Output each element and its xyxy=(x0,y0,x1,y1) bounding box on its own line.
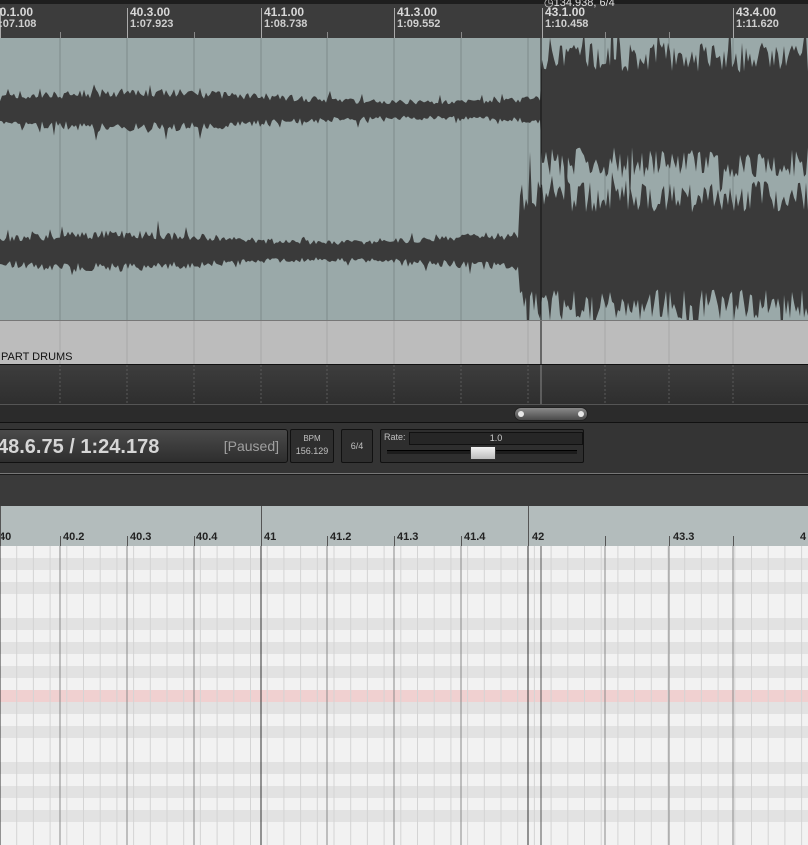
item-grid xyxy=(59,321,734,365)
midi-ruler-label: 40 xyxy=(0,531,12,543)
piano-roll-row xyxy=(0,810,808,822)
midi-ruler-label: 40.4 xyxy=(196,531,218,543)
ruler-mark xyxy=(261,8,262,42)
piano-roll-row xyxy=(0,690,808,702)
midi-ruler-label: 43.3 xyxy=(673,531,695,543)
ruler-mark xyxy=(127,8,128,42)
piano-roll-row xyxy=(0,630,808,642)
scrollbar-thumb[interactable] xyxy=(514,407,588,421)
midi-ruler-label: 41.3 xyxy=(397,531,419,543)
midi-editor-toolbar xyxy=(0,474,808,507)
piano-roll-row xyxy=(0,714,808,726)
play-state: [Paused] xyxy=(223,438,279,454)
piano-roll-row xyxy=(0,762,808,774)
ruler-label: 41.1.00 1:08.738 xyxy=(264,5,308,30)
ruler-tick xyxy=(528,506,529,546)
ruler-tick xyxy=(0,506,1,546)
piano-roll-canvas xyxy=(0,546,808,845)
piano-roll-row xyxy=(0,570,808,582)
piano-roll-row xyxy=(0,726,808,738)
waveform-channel-right xyxy=(0,151,808,320)
ruler-tick xyxy=(461,536,462,546)
ruler-label: 40.3.00 1:07.923 xyxy=(130,5,174,30)
ruler-mark xyxy=(733,8,734,42)
audio-waveform[interactable] xyxy=(0,38,808,320)
ruler-tick xyxy=(733,536,734,546)
midi-ruler-label: 41.2 xyxy=(330,531,352,543)
ruler-tick xyxy=(127,536,128,546)
piano-roll-row xyxy=(0,642,808,654)
midi-ruler-label: 40.3 xyxy=(130,531,152,543)
ruler-mark xyxy=(542,8,543,42)
midi-ruler-label: 4 xyxy=(800,531,807,543)
ruler-tick xyxy=(327,536,328,546)
scroll-resize-handle-right[interactable] xyxy=(578,411,584,417)
ruler-tick xyxy=(60,536,61,546)
ruler-tick xyxy=(261,506,262,546)
piano-roll-row xyxy=(0,750,808,762)
empty-track-lane[interactable] xyxy=(0,364,808,406)
playrate-control: Rate: 1.0 xyxy=(380,429,584,463)
bpm-display[interactable]: BPM 156.129 xyxy=(290,429,334,463)
ruler-label: 43.4.00 1:11.620 xyxy=(736,5,779,30)
media-item-footer[interactable]: PART DRUMS xyxy=(0,320,808,365)
piano-roll-row xyxy=(0,798,808,810)
track-grid xyxy=(59,365,734,405)
ruler-tick xyxy=(194,536,195,546)
bpm-value: 156.129 xyxy=(295,446,329,456)
piano-roll-row xyxy=(0,702,808,714)
piano-roll-row xyxy=(0,666,808,678)
transport-bar: 48.6.75 / 1:24.178 [Paused] BPM 156.129 … xyxy=(0,422,808,475)
time-display[interactable]: 48.6.75 / 1:24.178 [Paused] xyxy=(0,429,288,463)
time-signature-display[interactable]: 6/4 xyxy=(341,429,373,463)
piano-roll-row xyxy=(0,822,808,834)
ruler-tick xyxy=(394,536,395,546)
rate-slider-thumb[interactable] xyxy=(470,446,496,460)
position-readout: 48.6.75 / 1:24.178 xyxy=(0,436,160,458)
ruler-label: 40.1.001:07.108 xyxy=(0,5,37,30)
rate-value[interactable]: 1.0 xyxy=(409,432,583,445)
piano-roll-row xyxy=(0,654,808,666)
waveform-channel-left xyxy=(0,38,808,212)
piano-roll-row xyxy=(0,594,808,606)
piano-roll-row xyxy=(0,606,808,618)
horizontal-scrollbar[interactable] xyxy=(0,404,808,423)
piano-roll-row xyxy=(0,774,808,786)
scroll-resize-handle-left[interactable] xyxy=(518,411,524,417)
ruler-mark xyxy=(394,8,395,42)
piano-roll-row xyxy=(0,678,808,690)
ruler-label: 43.1.00 1:10.458 xyxy=(545,5,589,30)
midi-ruler-label: 42 xyxy=(532,531,545,543)
piano-roll-row xyxy=(0,558,808,570)
bpm-label: BPM xyxy=(303,434,321,443)
midi-ruler-label: 41.4 xyxy=(464,531,486,543)
piano-roll-row xyxy=(0,738,808,750)
waveform-canvas xyxy=(0,38,808,320)
media-item-name: PART DRUMS xyxy=(1,351,73,363)
rate-label: Rate: xyxy=(384,432,406,442)
midi-ruler[interactable]: 40 40.2 40.3 40.4 41 41.2 41.3 41.4 42 4… xyxy=(0,506,808,546)
ruler-tick xyxy=(605,536,606,546)
midi-ruler-label: 41 xyxy=(264,531,277,543)
piano-roll-row xyxy=(0,546,808,558)
piano-roll-row xyxy=(0,786,808,798)
timeline-ruler[interactable]: ◷134.938, 6/4 40.1.001:07.108 40.3.001:0… xyxy=(0,0,808,42)
midi-ruler-label: 40.2 xyxy=(63,531,85,543)
ruler-tick xyxy=(669,536,670,546)
piano-roll-grid[interactable] xyxy=(0,546,808,845)
piano-roll-row xyxy=(0,834,808,845)
ruler-label: 41.3.00 1:09.552 xyxy=(397,5,441,30)
piano-roll-row xyxy=(0,582,808,594)
piano-roll-row xyxy=(0,618,808,630)
